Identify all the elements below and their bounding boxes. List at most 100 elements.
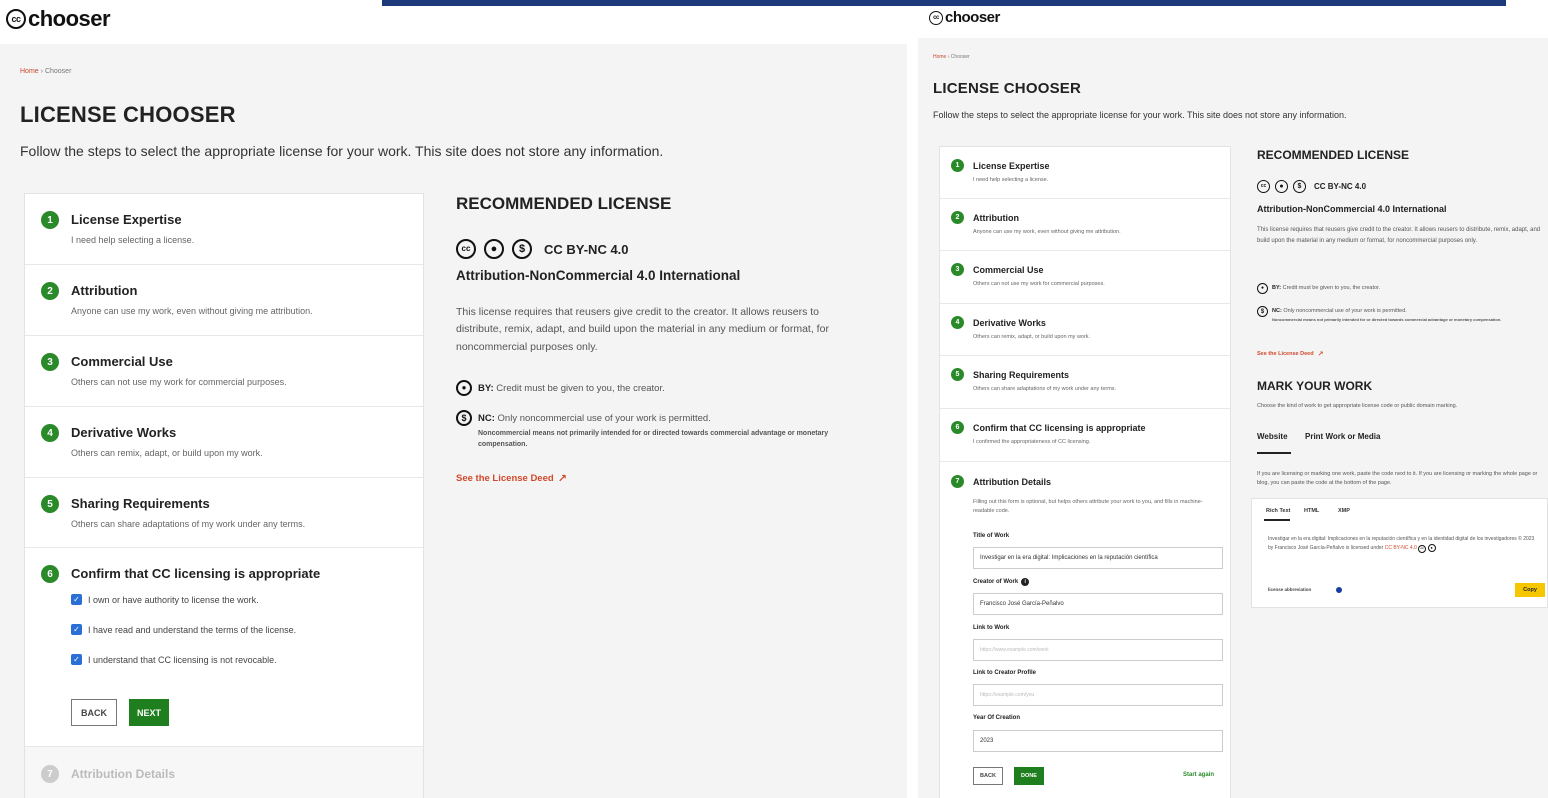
step-number: 3	[951, 263, 964, 276]
license-full-name: Attribution-NonCommercial 4.0 Internatio…	[1257, 204, 1447, 214]
step-description: Anyone can use my work, even without giv…	[71, 306, 313, 316]
breadcrumb-current: Chooser	[950, 54, 970, 60]
breadcrumb: Home › Chooser	[20, 68, 71, 75]
page-title: LICENSE CHOOSER	[933, 80, 1082, 97]
attribution-code-text: Investigar en la era digital: Implicacio…	[1268, 535, 1538, 553]
step-derivative-works[interactable]: 4 Derivative Works Others can remix, ada…	[940, 304, 1230, 356]
checkmark-icon: ✓	[71, 654, 82, 665]
step-attribution[interactable]: 2 Attribution Anyone can use my work, ev…	[940, 199, 1230, 251]
title-of-work-input[interactable]: Investigar en la era digital: Implicacio…	[973, 547, 1223, 569]
step-description: I need help selecting a license.	[973, 177, 1049, 183]
year-of-creation-input[interactable]: 2023	[973, 730, 1223, 752]
step-description: I confirmed the appropriateness of CC li…	[973, 439, 1091, 445]
license-deed-link[interactable]: See the License Deed ↗	[1257, 350, 1323, 358]
by-label: BY:	[1272, 285, 1282, 291]
by-label: BY:	[478, 383, 494, 394]
back-button[interactable]: BACK	[71, 699, 117, 726]
breadcrumb-home-link[interactable]: Home	[933, 54, 946, 60]
checkbox-label: I have read and understand the terms of …	[88, 624, 297, 635]
step-number: 3	[41, 353, 59, 371]
checkmark-icon: ✓	[71, 594, 82, 605]
step-label: Attribution	[973, 213, 1019, 223]
external-link-icon: ↗	[1317, 351, 1324, 358]
step-derivative-works[interactable]: 4 Derivative Works Others can remix, ada…	[25, 407, 423, 478]
step-number: 5	[951, 368, 964, 381]
license-abbreviation-toggle[interactable]	[1336, 587, 1342, 593]
step-label: Confirm that CC licensing is appropriate	[973, 423, 1146, 433]
start-again-link[interactable]: Start again	[1183, 772, 1214, 778]
recommended-license-heading: RECOMMENDED LICENSE	[456, 194, 672, 213]
step-sharing-requirements[interactable]: 5 Sharing Requirements Others can share …	[25, 478, 423, 548]
nc-dollar-icon: $	[512, 239, 532, 259]
step-sharing-requirements[interactable]: 5 Sharing Requirements Others can share …	[940, 356, 1230, 409]
ownership-checkbox[interactable]: ✓ I own or have authority to license the…	[71, 594, 259, 605]
license-description: This license requires that reusers give …	[1257, 227, 1541, 244]
step-number: 7	[951, 475, 964, 488]
back-button[interactable]: BACK	[973, 767, 1003, 785]
tab-website[interactable]: Website	[1257, 432, 1288, 441]
by-person-icon: ●	[484, 239, 504, 259]
step-label: Sharing Requirements	[973, 370, 1070, 380]
step-attribution[interactable]: 2 Attribution Anyone can use my work, ev…	[25, 265, 423, 336]
step-label: License Expertise	[973, 161, 1050, 171]
nc-text: Only noncommercial use of your work is p…	[1283, 308, 1407, 314]
step-description: Others can share adaptations of my work …	[71, 519, 306, 529]
nc-label: NC:	[478, 413, 495, 424]
step-attribution-details: 7 Attribution Details Filling out this f…	[940, 462, 1230, 798]
title-of-work-label: Title of Work	[973, 533, 1010, 539]
license-deed-link[interactable]: See the License Deed ↗	[456, 472, 567, 485]
link-to-creator-profile-input[interactable]: https://example.com/you	[973, 684, 1223, 706]
nc-dollar-icon: $	[1257, 306, 1268, 317]
step-license-expertise[interactable]: 1 License Expertise I need help selectin…	[25, 194, 423, 265]
subtab-html[interactable]: HTML	[1304, 508, 1319, 514]
step-license-expertise[interactable]: 1 License Expertise I need help selectin…	[940, 147, 1230, 199]
step-description: Anyone can use my work, even without giv…	[973, 229, 1121, 235]
step-confirm-cc-licensing[interactable]: 6 Confirm that CC licensing is appropria…	[940, 409, 1230, 462]
by-person-icon: ●	[1275, 180, 1288, 193]
steps-card: 1 License Expertise I need help selectin…	[24, 193, 424, 798]
tab-print-work-or-media[interactable]: Print Work or Media	[1305, 432, 1380, 441]
subtab-rich-text[interactable]: Rich Text	[1266, 508, 1290, 514]
cc-logo-icon: cc	[929, 10, 943, 25]
mark-your-work-heading: MARK YOUR WORK	[1257, 379, 1373, 393]
code-license-link[interactable]: CC BY-NC 4.0	[1385, 545, 1417, 551]
license-abbreviation-toggle-label: license abbreviation	[1268, 587, 1312, 592]
step-description: Others can share adaptations of my work …	[973, 386, 1117, 392]
cc-logo-icon: cc	[6, 9, 26, 29]
code-box: Rich Text HTML XMP Investigar en la era …	[1251, 498, 1548, 608]
mark-your-work-description: Choose the kind of work to get appropria…	[1257, 403, 1458, 409]
step-label: Derivative Works	[71, 425, 177, 440]
chooser-logo[interactable]: cc chooser	[6, 6, 111, 32]
step-number: 6	[41, 565, 59, 583]
by-text: Credit must be given to you, the creator…	[1282, 285, 1381, 291]
page-subtitle: Follow the steps to select the appropria…	[20, 143, 664, 159]
chooser-logo[interactable]: cc chooser	[929, 9, 1000, 26]
checkbox-label: I own or have authority to license the w…	[88, 594, 259, 605]
step-number: 4	[41, 424, 59, 442]
step-description: Filling out this form is optional, but h…	[973, 499, 1203, 514]
step-number: 1	[41, 211, 59, 229]
link-to-work-label: Link to Work	[973, 625, 1010, 631]
step-description: Others can not use my work for commercia…	[71, 377, 287, 387]
step-label: Attribution Details	[973, 477, 1051, 487]
copy-button[interactable]: Copy	[1515, 583, 1545, 597]
step-number: 4	[951, 316, 964, 329]
license-icons-row: cc ● $ CC BY-NC 4.0	[456, 239, 629, 259]
link-to-creator-profile-label: Link to Creator Profile	[973, 670, 1037, 676]
subtab-xmp[interactable]: XMP	[1338, 508, 1350, 514]
step-label: Commercial Use	[973, 265, 1044, 275]
link-to-work-input[interactable]: https://www.example.com/work	[973, 639, 1223, 661]
next-button[interactable]: NEXT	[129, 699, 169, 726]
info-icon[interactable]: i	[1021, 578, 1030, 586]
step-commercial-use[interactable]: 3 Commercial Use Others can not use my w…	[25, 336, 423, 407]
done-button[interactable]: DONE	[1014, 767, 1044, 785]
terms-understood-checkbox[interactable]: ✓ I have read and understand the terms o…	[71, 624, 296, 635]
step-label: Sharing Requirements	[71, 496, 210, 511]
cc-icon: cc	[456, 239, 476, 259]
breadcrumb-home-link[interactable]: Home	[20, 68, 39, 75]
step-commercial-use[interactable]: 3 Commercial Use Others can not use my w…	[940, 251, 1230, 304]
by-text: Credit must be given to you, the creator…	[496, 383, 665, 394]
not-revocable-checkbox[interactable]: ✓ I understand that CC licensing is not …	[71, 654, 277, 665]
creator-of-work-input[interactable]: Francisco José García-Peñalvo	[973, 593, 1223, 615]
year-of-creation-label: Year Of Creation	[973, 715, 1021, 721]
